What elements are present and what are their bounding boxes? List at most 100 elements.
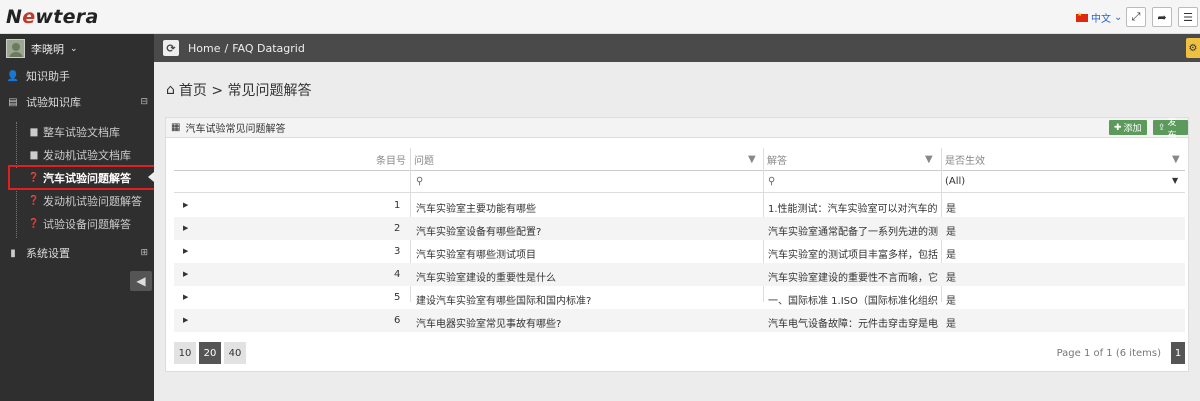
sidebar-item-vehicle-docs[interactable]: ▆ 整车试验文档库 [16,122,152,142]
panel-header: ▦ 汽车试验常见问题解答 ✚ 添加 ⇪ 发布 [166,118,1188,141]
expand-row-icon[interactable]: ▶ [183,316,188,324]
cell-index: 5 [394,292,401,303]
sidebar-item-settings[interactable]: ▮ 系统设置 ⊞ [0,243,154,263]
menu-button[interactable]: ☰ [1178,7,1198,27]
arrow-left-circle-icon: ◀ [136,274,146,288]
breadcrumb-current: FAQ Datagrid [232,41,305,55]
cell-answer: 汽车实验室的测试项目丰富多样，包括... [768,250,938,261]
hamburger-icon: ☰ [1183,10,1193,24]
cell-question: 汽车实验室有哪些测试项目 [416,250,536,261]
page-size-20-button[interactable]: 20 [199,342,221,364]
expand-row-icon[interactable]: ▶ [183,293,188,301]
column-header-question[interactable]: 问题 [414,148,434,170]
cell-index: 6 [394,315,401,326]
table-row[interactable]: ▶ 3 汽车实验室有哪些测试项目 汽车实验室的测试项目丰富多样，包括... 是 [174,240,1185,263]
language-selector[interactable]: 中文 ⌄ [1076,10,1122,25]
cell-index: 2 [394,223,401,234]
question-icon: ❓ [28,196,40,206]
page-1-button[interactable]: 1 [1171,342,1185,364]
cell-answer: 一、国际标准 1.ISO（国际标准化组织... [768,296,938,307]
cell-question: 汽车电器实验室常见事故有哪些? [416,319,562,330]
cell-active: 是 [946,227,956,238]
sidebar-item-engine-docs[interactable]: ▆ 发动机试验文档库 [16,145,152,165]
add-button-label: 添加 [1123,124,1142,134]
filter-icon[interactable]: ▼ [1172,154,1180,165]
filter-icon[interactable]: ▼ [748,154,756,165]
refresh-button[interactable]: ⟳ [163,40,179,56]
publish-button[interactable]: ⇪ 发布 [1153,118,1188,141]
caret-down-icon[interactable]: ▼ [1172,176,1178,185]
sidebar-item-label: 系统设置 [26,247,70,260]
sidebar: 李晓明 ⌄ 👤 知识助手 ▤ 试验知识库 ⊟ ▆ 整车试验文档库 ▆ 发动机试验… [0,34,154,401]
column-header-answer[interactable]: 解答 [767,148,787,170]
cell-question: 汽车实验室建设的重要性是什么 [416,273,556,284]
faq-panel: ▦ 汽车试验常见问题解答 ✚ 添加 ⇪ 发布 条目号 问题 ▼ 解答 ▼ 是否生… [165,117,1189,372]
breadcrumb-separator: / [224,41,229,55]
column-header-label: 问题 [414,155,434,167]
sidebar-item-engine-faq[interactable]: ❓ 发动机试验问题解答 [16,191,152,211]
active-item-highlight [8,165,160,190]
china-flag-icon [1076,11,1088,22]
user-icon: 👤 [6,70,20,82]
top-bar: Newtera 中文 ⌄ ⤢ ➦ ☰ [0,0,1200,34]
cell-index: 1 [394,200,401,211]
expand-row-icon[interactable]: ▶ [183,224,188,232]
expand-icon[interactable]: ⊞ [140,248,148,258]
add-button[interactable]: ✚ 添加 [1109,120,1147,135]
active-filter-select[interactable]: (All) [945,176,965,187]
sidebar-item-assistant[interactable]: 👤 知识助手 [0,66,154,86]
search-icon[interactable]: ⚲ [768,176,775,187]
table-row[interactable]: ▶ 1 汽车实验室主要功能有哪些 1.性能测试：汽车实验室可以对汽车的... 是 [174,194,1185,217]
sign-out-icon: ➦ [1157,10,1167,24]
logout-button[interactable]: ➦ [1152,7,1172,27]
avatar [6,39,25,58]
sidebar-item-label: 试验设备问题解答 [43,218,131,231]
table-row[interactable]: ▶ 4 汽车实验室建设的重要性是什么 汽车实验室建设的重要性不言而喻，它... … [174,263,1185,286]
page-title-text: 首页 > 常见问题解答 [178,83,312,99]
cell-active: 是 [946,296,956,307]
breadcrumb: ⟳ Home / FAQ Datagrid ⚙ [154,34,1200,62]
cell-active: 是 [946,273,956,284]
column-header-label: 解答 [767,155,787,167]
sidebar-item-label: 试验知识库 [26,96,81,109]
expand-row-icon[interactable]: ▶ [183,247,188,255]
column-header-label: 条目号 [376,155,406,167]
table-row[interactable]: ▶ 2 汽车实验室设备有哪些配置? 汽车实验室通常配备了一系列先进的测... 是 [174,217,1185,240]
sidebar-item-knowledge-base[interactable]: ▤ 试验知识库 ⊟ [0,92,154,112]
expand-row-icon[interactable]: ▶ [183,270,188,278]
cell-question: 汽车实验室设备有哪些配置? [416,227,542,238]
fullscreen-button[interactable]: ⤢ [1126,7,1146,27]
sidebar-item-label: 知识助手 [26,70,70,83]
app-logo[interactable]: Newtera [6,6,99,28]
search-icon[interactable]: ⚲ [416,176,423,187]
column-header-index[interactable]: 条目号 [174,148,406,170]
table-row[interactable]: ▶ 6 汽车电器实验室常见事故有哪些? 汽车电气设备故障：元件击穿击穿是电...… [174,309,1185,332]
cell-answer: 汽车实验室通常配备了一系列先进的测... [768,227,938,238]
collapse-icon[interactable]: ⊟ [140,97,148,107]
sidebar-collapse-button[interactable]: ◀ [130,271,152,291]
sidebar-item-label: 整车试验文档库 [43,126,120,139]
main-content: ⌂ 首页 > 常见问题解答 ▦ 汽车试验常见问题解答 ✚ 添加 ⇪ 发布 条目号… [154,62,1200,401]
chevron-down-icon: ⌄ [1114,12,1123,23]
table-row[interactable]: ▶ 5 建设汽车实验室有哪些国际和国内标准? 一、国际标准 1.ISO（国际标准… [174,286,1185,309]
upload-icon: ⇪ [1158,122,1166,133]
question-icon: ❓ [28,219,40,229]
page-size-10-button[interactable]: 10 [174,342,196,364]
expand-row-icon[interactable]: ▶ [183,201,188,209]
user-name: 李晓明 [31,42,64,56]
page-size-40-button[interactable]: 40 [224,342,246,364]
gear-icon: ⚙ [1188,42,1198,54]
cell-active: 是 [946,250,956,261]
language-label: 中文 [1091,14,1111,25]
breadcrumb-home[interactable]: Home [188,42,220,55]
page-info: Page 1 of 1 (6 items) [1056,348,1161,359]
expand-icon: ⤢ [1131,10,1141,23]
user-menu[interactable]: 李晓明 ⌄ [6,39,78,58]
sidebar-item-label: 发动机试验问题解答 [43,195,142,208]
column-header-active[interactable]: 是否生效 [945,148,985,170]
sidebar-item-equipment-faq[interactable]: ❓ 试验设备问题解答 [16,214,152,234]
filter-icon[interactable]: ▼ [925,154,933,165]
settings-button[interactable]: ⚙ [1186,38,1200,58]
home-icon: ⌂ [166,82,175,98]
cell-question: 汽车实验室主要功能有哪些 [416,204,536,215]
